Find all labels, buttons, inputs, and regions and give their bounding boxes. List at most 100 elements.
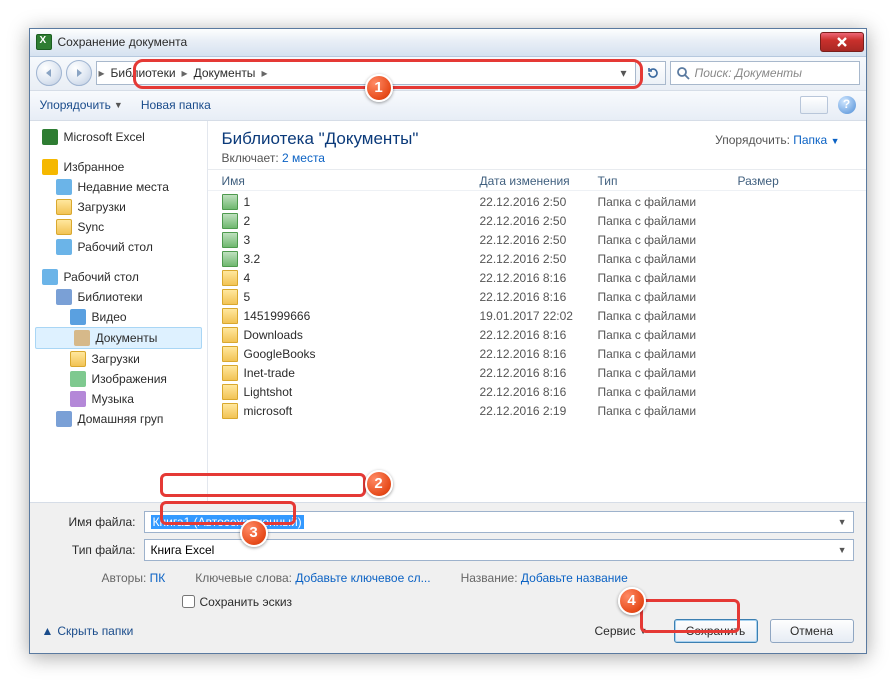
file-row[interactable]: 522.12.2016 8:16Папка с файлами (222, 288, 852, 307)
filetype-select[interactable]: Книга Excel▼ (144, 539, 854, 561)
file-type: Папка с файлами (598, 404, 738, 418)
file-row[interactable]: Downloads22.12.2016 8:16Папка с файлами (222, 326, 852, 345)
homegroup-icon (56, 411, 72, 427)
file-date: 22.12.2016 2:19 (480, 404, 598, 418)
folder-icon (222, 346, 238, 362)
file-name: Lightshot (244, 385, 480, 399)
folder-icon (222, 289, 238, 305)
file-date: 22.12.2016 8:16 (480, 271, 598, 285)
hide-folders-button[interactable]: ▲Скрыть папки (42, 624, 134, 638)
col-name[interactable]: Имя (222, 174, 480, 188)
file-name: 2 (244, 214, 480, 228)
file-row[interactable]: 3.222.12.2016 2:50Папка с файлами (222, 250, 852, 269)
authors-value[interactable]: ПК (150, 571, 166, 585)
organize-button[interactable]: Упорядочить▼ (40, 98, 123, 112)
save-button[interactable]: Сохранить (674, 619, 758, 643)
file-date: 22.12.2016 8:16 (480, 366, 598, 380)
sidebar-item-documents[interactable]: Документы (35, 327, 202, 349)
file-type: Папка с файлами (598, 195, 738, 209)
file-row[interactable]: Lightshot22.12.2016 8:16Папка с файлами (222, 383, 852, 402)
save-thumbnail-checkbox[interactable] (182, 595, 195, 608)
excel-file-icon (222, 251, 238, 267)
file-name: 1 (244, 195, 480, 209)
file-type: Папка с файлами (598, 385, 738, 399)
sidebar-item-excel[interactable]: Microsoft Excel (32, 127, 205, 147)
titlebar: Сохранение документа (30, 29, 866, 57)
file-row[interactable]: 422.12.2016 8:16Папка с файлами (222, 269, 852, 288)
chevron-right-icon: ▸ (261, 66, 267, 80)
breadcrumb[interactable]: ▸ Библиотеки ▸ Документы ▸ ▾ (96, 61, 636, 85)
col-size[interactable]: Размер (738, 174, 818, 188)
file-row[interactable]: 122.12.2016 2:50Папка с файлами (222, 193, 852, 212)
sidebar-item-favorites[interactable]: Избранное (32, 157, 205, 177)
file-type: Папка с файлами (598, 309, 738, 323)
excel-file-icon (222, 213, 238, 229)
sidebar-item-images[interactable]: Изображения (32, 369, 205, 389)
file-type: Папка с файлами (598, 252, 738, 266)
library-places-link[interactable]: 2 места (282, 151, 325, 165)
refresh-button[interactable] (640, 61, 666, 85)
arrow-left-icon (43, 67, 55, 79)
forward-button[interactable] (66, 60, 92, 86)
breadcrumb-dropdown[interactable]: ▾ (614, 66, 632, 80)
breadcrumb-seg-documents[interactable]: Документы (188, 62, 262, 84)
file-row[interactable]: GoogleBooks22.12.2016 8:16Папка с файлам… (222, 345, 852, 364)
file-row[interactable]: 145199966619.01.2017 22:02Папка с файлам… (222, 307, 852, 326)
file-type: Папка с файлами (598, 271, 738, 285)
video-icon (70, 309, 86, 325)
sidebar-item-desktop[interactable]: Рабочий стол (32, 237, 205, 257)
titlemeta-value[interactable]: Добавьте название (521, 571, 628, 585)
file-date: 22.12.2016 2:50 (480, 233, 598, 247)
sidebar: Microsoft Excel Избранное Недавние места… (30, 121, 208, 502)
file-date: 22.12.2016 8:16 (480, 347, 598, 361)
close-button[interactable] (820, 32, 864, 52)
sidebar-item-downloads2[interactable]: Загрузки (32, 349, 205, 369)
images-icon (70, 371, 86, 387)
service-button[interactable]: Сервис▼ (594, 624, 647, 638)
cancel-button[interactable]: Отмена (770, 619, 854, 643)
libraries-icon (56, 289, 72, 305)
sidebar-item-sync[interactable]: Sync (32, 217, 205, 237)
col-date[interactable]: Дата изменения (480, 174, 598, 188)
new-folder-button[interactable]: Новая папка (141, 98, 211, 112)
search-input[interactable]: Поиск: Документы (670, 61, 860, 85)
folder-icon (222, 403, 238, 419)
folder-icon (56, 199, 72, 215)
folder-icon (56, 219, 72, 235)
save-dialog: Сохранение документа ▸ Библиотеки ▸ Доку… (29, 28, 867, 654)
file-date: 22.12.2016 8:16 (480, 385, 598, 399)
file-row[interactable]: 222.12.2016 2:50Папка с файлами (222, 212, 852, 231)
sort-link[interactable]: Папка ▼ (793, 133, 839, 147)
sidebar-item-libraries[interactable]: Библиотеки (32, 287, 205, 307)
file-date: 22.12.2016 2:50 (480, 214, 598, 228)
arrow-right-icon (73, 67, 85, 79)
file-name: microsoft (244, 404, 480, 418)
keywords-value[interactable]: Добавьте ключевое сл... (295, 571, 430, 585)
file-name: 3 (244, 233, 480, 247)
help-button[interactable]: ? (838, 96, 856, 114)
filename-input[interactable]: Книга1 (Автосохраненный)▼ (144, 511, 854, 533)
excel-icon (36, 34, 52, 50)
sidebar-item-video[interactable]: Видео (32, 307, 205, 327)
file-row[interactable]: Inet-trade22.12.2016 8:16Папка с файлами (222, 364, 852, 383)
folder-icon (70, 351, 86, 367)
sidebar-item-homegroup[interactable]: Домашняя груп (32, 409, 205, 429)
col-type[interactable]: Тип (598, 174, 738, 188)
file-row[interactable]: 322.12.2016 2:50Папка с файлами (222, 231, 852, 250)
file-name: 4 (244, 271, 480, 285)
sidebar-item-downloads[interactable]: Загрузки (32, 197, 205, 217)
file-type: Папка с файлами (598, 366, 738, 380)
sidebar-item-recent[interactable]: Недавние места (32, 177, 205, 197)
view-mode-button[interactable] (800, 96, 828, 114)
back-button[interactable] (36, 60, 62, 86)
column-headers[interactable]: Имя Дата изменения Тип Размер (208, 170, 866, 191)
sidebar-item-desktop2[interactable]: Рабочий стол (32, 267, 205, 287)
folder-icon (222, 327, 238, 343)
filetype-label: Тип файла: (42, 543, 144, 557)
file-row[interactable]: microsoft22.12.2016 2:19Папка с файлами (222, 402, 852, 421)
folder-icon (222, 365, 238, 381)
sidebar-item-music[interactable]: Музыка (32, 389, 205, 409)
bottom-panel: Имя файла: Книга1 (Автосохраненный)▼ Тип… (30, 502, 866, 653)
desktop-icon (42, 269, 58, 285)
breadcrumb-seg-libraries[interactable]: Библиотеки (105, 62, 182, 84)
